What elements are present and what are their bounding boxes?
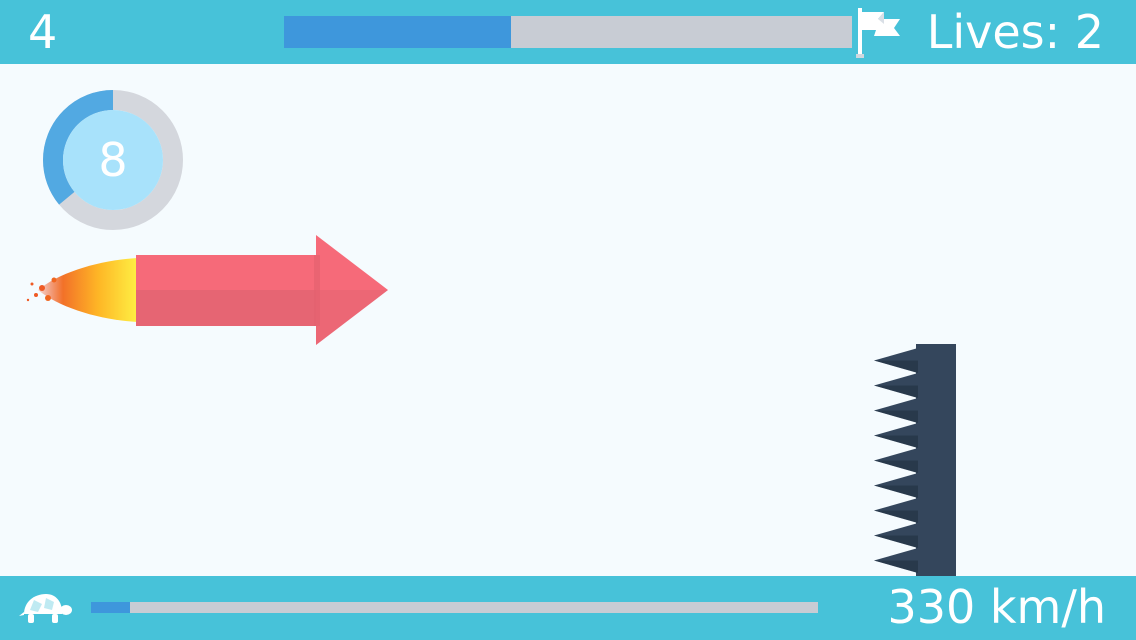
speed-bar [91, 602, 818, 613]
spike-tooth-shade [874, 535, 918, 548]
spike-wall-body [916, 344, 956, 576]
spike-teeth [874, 348, 918, 573]
countdown-value: 8 [98, 133, 128, 187]
finish-flag-icon [856, 8, 900, 58]
speed-readout: 330 km/h [887, 580, 1106, 634]
level-progress-bar [284, 16, 852, 48]
spike-tooth-shade [874, 485, 918, 498]
spike-tooth-shade [874, 510, 918, 523]
spike-wall-obstacle [874, 344, 956, 576]
spike-tooth-shade [874, 435, 918, 448]
spike-tooth-shade [874, 360, 918, 373]
player-rocket[interactable] [20, 228, 400, 352]
spike-tooth-shade [874, 460, 918, 473]
turtle-icon [19, 594, 72, 623]
spike-tooth-shade [874, 410, 918, 423]
bottom-hud: 330 km/h [0, 576, 1136, 640]
rocket-flame [26, 258, 138, 322]
spike-tooth-shade [874, 560, 918, 573]
level-number: 4 [28, 5, 58, 59]
top-hud: 4 Lives: 2 [0, 0, 1136, 64]
game-screen[interactable]: 4 Lives: 2 8 330 km/h [0, 0, 1136, 640]
level-progress-fill [284, 16, 512, 48]
spike-tooth-shade [874, 385, 918, 398]
speed-bar-fill [91, 602, 130, 613]
lives-counter: Lives: 2 [926, 5, 1104, 59]
